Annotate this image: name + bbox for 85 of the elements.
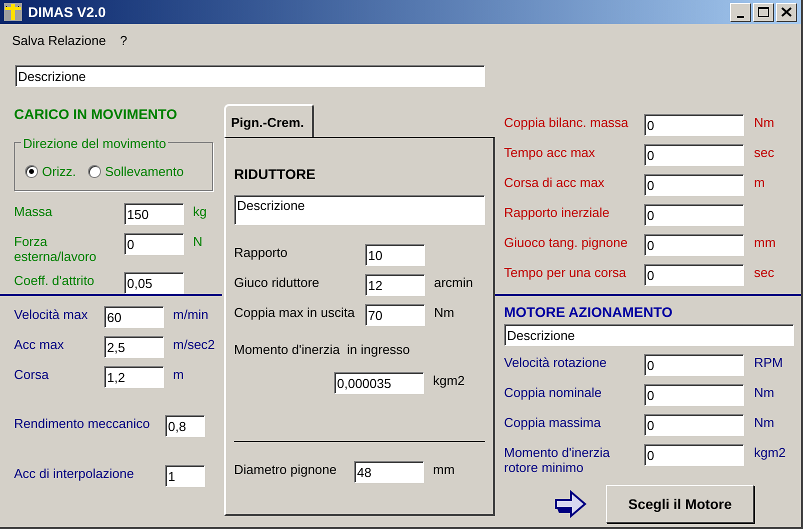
unit-label: kg xyxy=(193,203,207,219)
input-field[interactable]: 0 xyxy=(644,264,744,286)
field-label: Coppia massima xyxy=(504,414,602,430)
input-field[interactable]: 0 xyxy=(644,234,744,256)
field-label: Forza esterna/lavoro xyxy=(14,233,98,264)
unit-label: sec xyxy=(754,264,774,280)
unit-label: m xyxy=(754,174,765,190)
field-label: Corsa di acc max xyxy=(504,174,606,190)
close-button[interactable] xyxy=(776,2,797,22)
unit-label: sec xyxy=(754,144,774,160)
unit-label: Nm xyxy=(754,114,774,130)
window-title: DIMAS V2.0 xyxy=(28,2,106,22)
input-field[interactable]: 0,8 xyxy=(165,415,205,437)
section-heading: CARICO IN MOVIMENTO xyxy=(14,105,178,123)
input-field[interactable]: 0 xyxy=(644,204,744,226)
unit-label: mm xyxy=(433,461,455,477)
unit-label: m/min xyxy=(173,306,208,322)
unit-label: m xyxy=(173,366,184,382)
field-label: Diametro pignone xyxy=(234,461,338,477)
maximize-button[interactable] xyxy=(753,2,774,22)
input-field[interactable]: 2,5 xyxy=(104,336,164,358)
field-label: Momento d'inerzia in ingresso xyxy=(234,342,410,358)
field-label: Acc di interpolazione xyxy=(14,465,135,481)
input-field[interactable]: 150 xyxy=(124,203,184,225)
tab[interactable]: Pign.-Crem. xyxy=(224,104,314,137)
menu-item[interactable]: Salva Relazione xyxy=(12,31,106,51)
field-label: Velocità rotazione xyxy=(504,354,608,370)
field-label: Rapporto inerziale xyxy=(504,204,611,220)
unit-label: RPM xyxy=(754,354,783,370)
input-field[interactable]: 0 xyxy=(644,414,744,436)
unit-label: Nm xyxy=(754,414,774,430)
radio-label: Sollevamento xyxy=(104,162,184,181)
input-field[interactable]: 48 xyxy=(354,461,424,483)
input-field[interactable]: 0 xyxy=(644,354,744,376)
radio-label: Orizz. xyxy=(42,162,76,181)
input-field[interactable]: 0 xyxy=(644,114,744,136)
field-label: Tempo per una corsa xyxy=(504,264,628,280)
input-field[interactable]: 10 xyxy=(365,244,425,266)
field-label: Massa xyxy=(14,203,54,219)
input-field[interactable]: 12 xyxy=(365,274,425,296)
input-field[interactable]: 0 xyxy=(644,174,744,196)
unit-label: Nm xyxy=(434,304,454,320)
section-heading: RIDUTTORE xyxy=(234,165,316,183)
field-label: Rapporto xyxy=(234,244,288,260)
input-field[interactable]: 70 xyxy=(365,304,425,326)
right-arrow-icon xyxy=(555,489,587,519)
unit-label: kgm2 xyxy=(754,444,786,460)
field-label: Giuco riduttore xyxy=(234,274,320,290)
input-field[interactable]: 0 xyxy=(124,233,184,255)
unit-label: kgm2 xyxy=(433,372,465,388)
field-label: Coeff. d'attrito xyxy=(14,272,96,288)
field-label: Giuoco tang. pignone xyxy=(504,234,629,250)
unit-label: m/sec2 xyxy=(173,336,215,352)
choose-motor-button[interactable]: Scegli il Motore xyxy=(606,485,754,523)
input-field[interactable]: 0 xyxy=(644,384,744,406)
field-label: Corsa xyxy=(14,366,50,382)
unit-label: Nm xyxy=(754,384,774,400)
input-field[interactable]: 60 xyxy=(104,306,164,328)
input-field[interactable]: 1,2 xyxy=(104,366,164,388)
field-label: Rendimento meccanico xyxy=(14,415,151,431)
unit-label: N xyxy=(193,233,202,249)
field-label: Momento d'inerzia rotore minimo xyxy=(504,444,611,475)
field-label: Coppia max in uscita xyxy=(234,304,356,320)
unit-label: mm xyxy=(754,234,776,250)
field-label: Tempo acc max xyxy=(504,144,596,160)
radio-button[interactable] xyxy=(25,165,38,178)
description-field[interactable]: Descrizione xyxy=(234,195,485,225)
input-field[interactable]: 0 xyxy=(644,444,744,466)
field-label: Coppia nominale xyxy=(504,384,603,400)
field-label: Coppia bilanc. massa xyxy=(504,114,630,130)
input-field[interactable]: 0,05 xyxy=(124,272,184,294)
radio-button[interactable] xyxy=(88,165,101,178)
menu-item[interactable]: ? xyxy=(120,31,128,51)
section-heading: MOTORE AZIONAMENTO xyxy=(504,304,674,320)
description-field[interactable]: Descrizione xyxy=(504,324,794,346)
input-field[interactable]: 0,000035 xyxy=(334,372,424,394)
input-field[interactable]: 0 xyxy=(644,144,744,166)
description-field[interactable]: Descrizione xyxy=(15,65,485,87)
minimize-button[interactable] xyxy=(730,2,751,22)
close-icon xyxy=(781,7,792,17)
unit-label: arcmin xyxy=(434,274,474,290)
input-field[interactable]: 1 xyxy=(165,465,205,487)
app-icon xyxy=(4,3,22,21)
field-label: Acc max xyxy=(14,336,65,352)
field-label: Velocità max xyxy=(14,306,89,322)
